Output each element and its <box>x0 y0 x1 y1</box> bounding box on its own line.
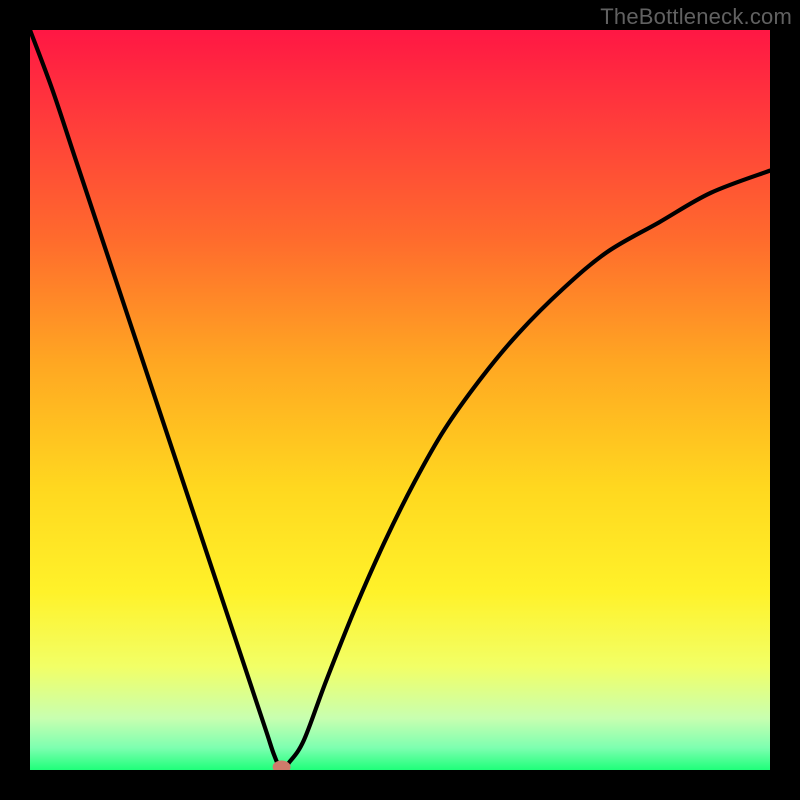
plot-area <box>30 30 770 770</box>
gradient-background <box>30 30 770 770</box>
chart-outer-frame: TheBottleneck.com <box>0 0 800 800</box>
watermark-text: TheBottleneck.com <box>600 4 792 30</box>
bottleneck-chart <box>30 30 770 770</box>
